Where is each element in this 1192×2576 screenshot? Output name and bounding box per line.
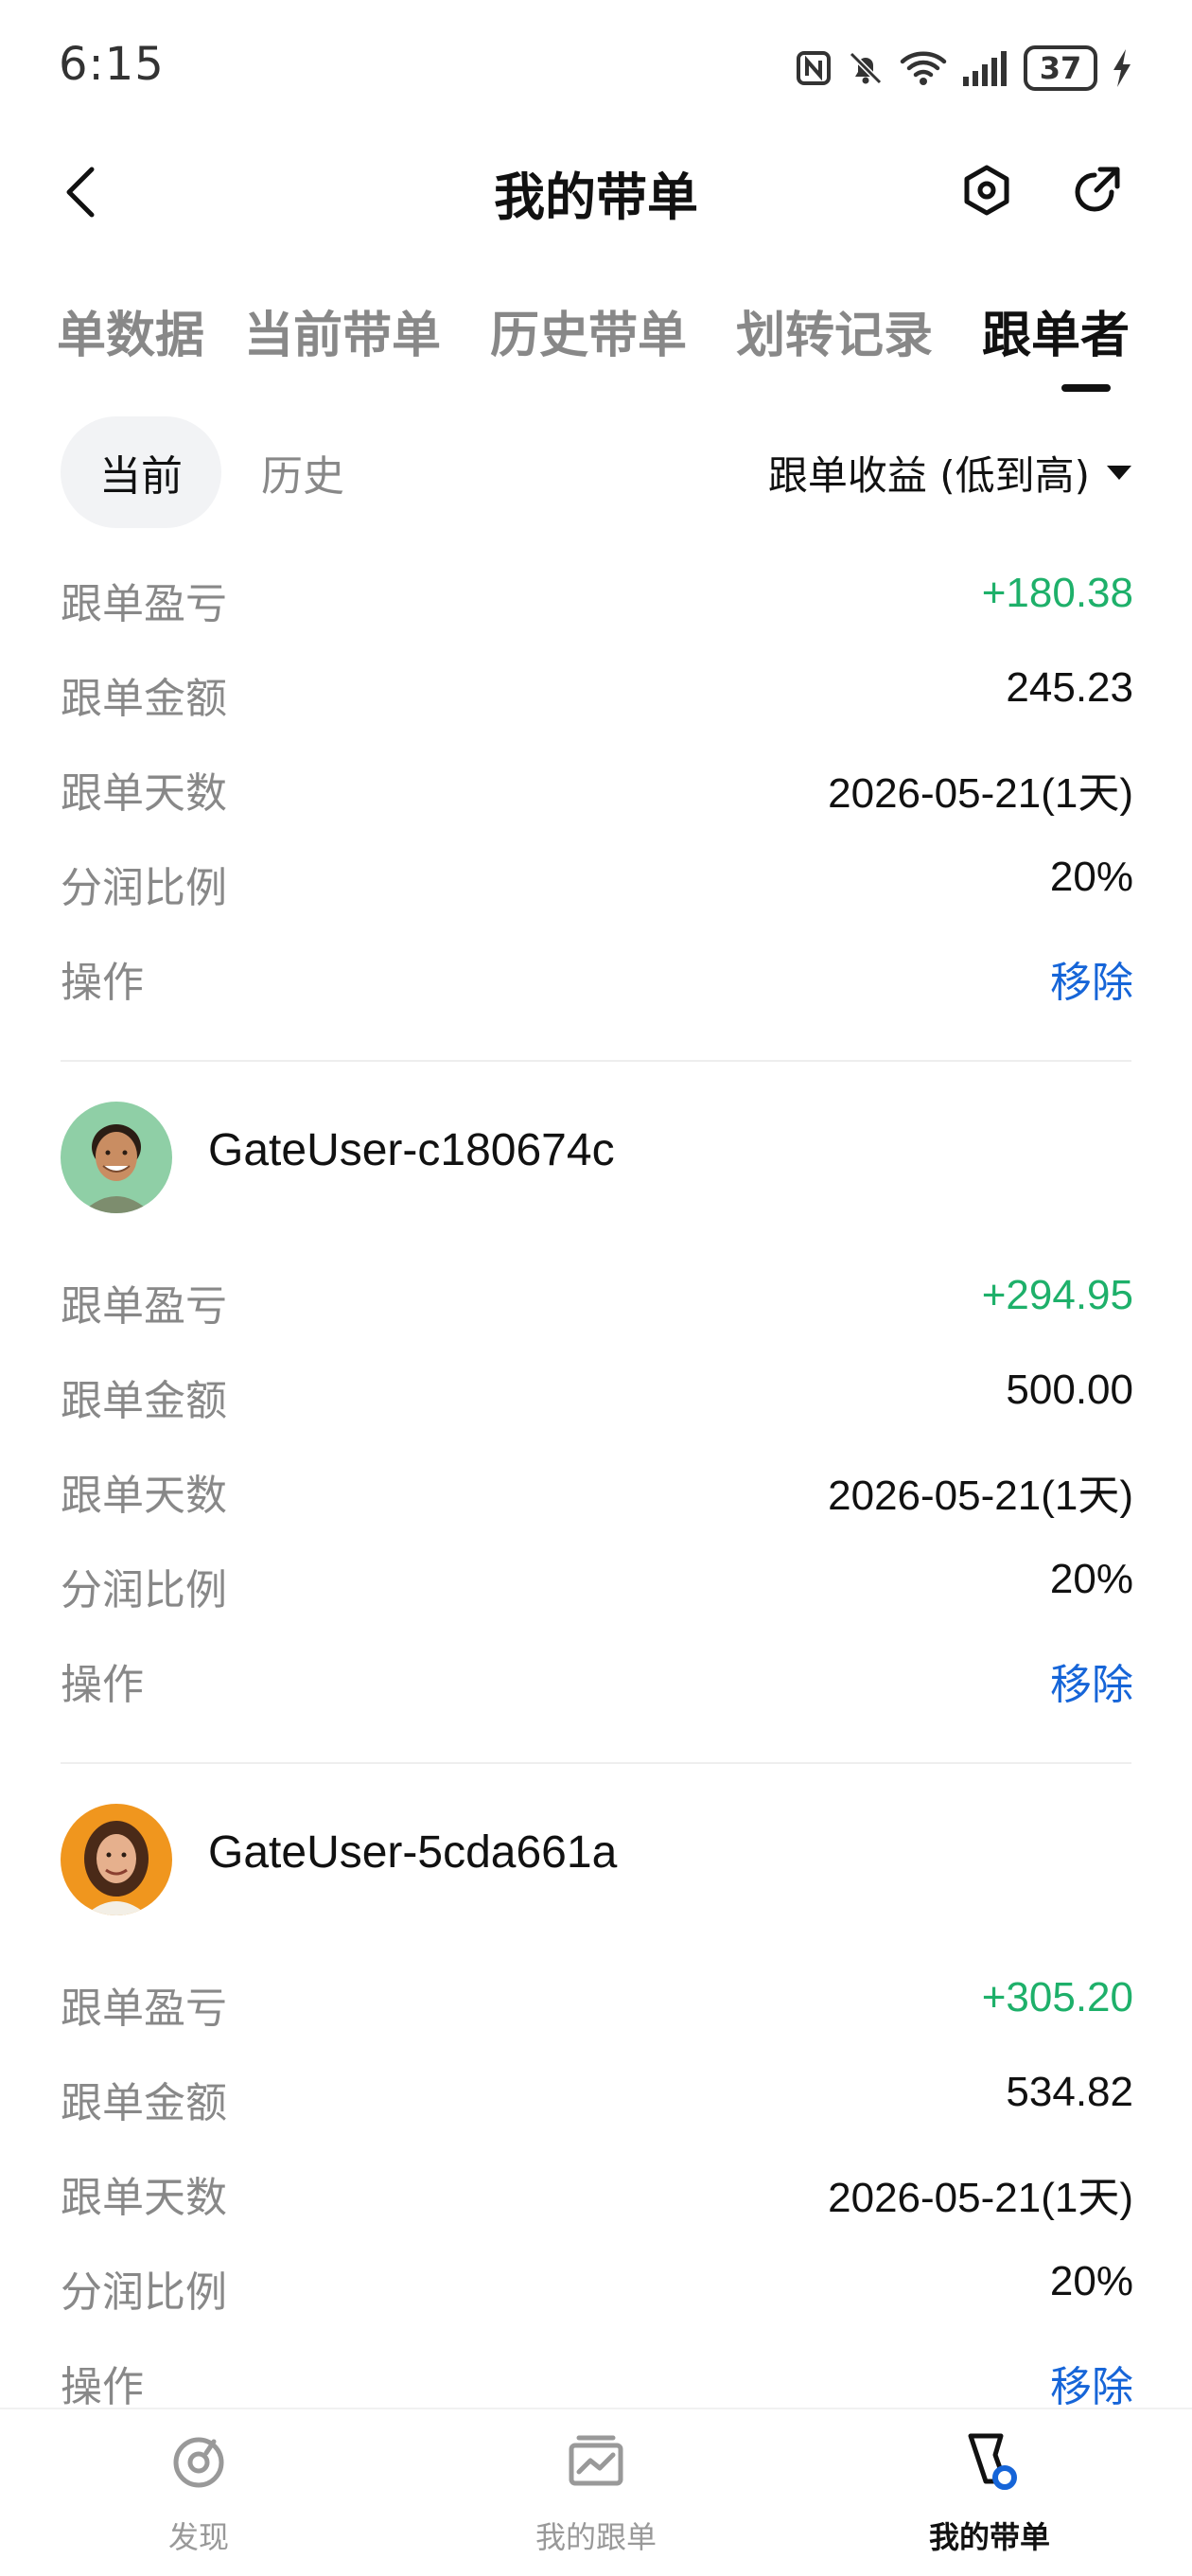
days-label: 跟单天数	[61, 1472, 227, 1520]
row-amount: 跟单金额 500.00	[0, 1346, 1192, 1440]
chart-icon	[569, 2435, 623, 2486]
row-operation: 操作 移除	[0, 1630, 1192, 1724]
sort-dropdown[interactable]: 跟单收益 (低到高)	[768, 416, 1133, 528]
amount-value: 534.82	[1006, 2069, 1133, 2115]
follower-list: 跟单盈亏 +180.38 跟单金额 245.23 跟单天数 2026-05-21…	[0, 549, 1192, 2426]
follower-header: GateUser-5cda661a	[0, 1764, 1192, 1953]
row-share-ratio: 分润比例 20%	[0, 833, 1192, 927]
follower-card: 跟单盈亏 +180.38 跟单金额 245.23 跟单天数 2026-05-21…	[0, 549, 1192, 1062]
row-share-ratio: 分润比例 20%	[0, 1535, 1192, 1630]
nav-my-lead[interactable]: 我的带单	[848, 2409, 1131, 2576]
battery-icon: 37	[1024, 45, 1097, 91]
nfc-icon	[797, 51, 831, 85]
days-label: 跟单天数	[61, 2174, 227, 2222]
amount-value: 500.00	[1006, 1367, 1133, 1413]
tab-transfer-records[interactable]: 划转记录	[736, 295, 933, 366]
charging-icon	[1113, 49, 1131, 87]
amount-value: 245.23	[1006, 664, 1133, 711]
username: GateUser-c180674c	[208, 1125, 615, 1175]
tab-followers[interactable]: 跟单者	[982, 295, 1130, 366]
pnl-value: +305.20	[981, 1974, 1133, 2020]
pnl-value: +294.95	[981, 1272, 1133, 1318]
row-amount: 跟单金额 245.23	[0, 644, 1192, 738]
share-icon	[1075, 167, 1120, 212]
pnl-label: 跟单盈亏	[61, 1985, 227, 2033]
row-operation: 操作 移除	[0, 927, 1192, 1022]
share-ratio-label: 分润比例	[61, 1566, 227, 1614]
pnl-label: 跟单盈亏	[61, 580, 227, 628]
share-ratio-label: 分润比例	[61, 864, 227, 912]
days-value: 2026-05-21(1天)	[828, 770, 1133, 817]
sort-label: 跟单收益 (低到高)	[767, 451, 1090, 499]
amount-label: 跟单金额	[61, 2079, 227, 2127]
bottom-nav: 发现 我的跟单 我的带单	[0, 2408, 1192, 2576]
settings-hexagon-icon	[964, 165, 1009, 216]
top-tabs: 单数据 当前带单 历史带单 划转记录 跟单者	[0, 284, 1192, 397]
caret-down-icon	[1107, 466, 1131, 480]
operation-label: 操作	[61, 2363, 144, 2411]
pnl-value: +180.38	[981, 570, 1133, 616]
sub-tab-current[interactable]: 当前	[61, 416, 221, 528]
row-days: 跟单天数 2026-05-21(1天)	[0, 1440, 1192, 1535]
status-time: 6:15	[59, 38, 165, 91]
days-value: 2026-05-21(1天)	[828, 2175, 1133, 2221]
signal-icon	[963, 51, 1007, 86]
follower-header: GateUser-c180674c	[0, 1062, 1192, 1251]
amount-label: 跟单金额	[61, 675, 227, 723]
sub-tabs: 当前 历史 跟单收益 (低到高)	[0, 416, 1192, 530]
header: 我的带单	[0, 132, 1192, 246]
row-pnl: 跟单盈亏 +180.38	[0, 549, 1192, 644]
settings-button[interactable]	[954, 157, 1020, 223]
tab-current-lead[interactable]: 当前带单	[244, 295, 441, 366]
pnl-label: 跟单盈亏	[61, 1282, 227, 1331]
follower-card: GateUser-5cda661a 跟单盈亏 +305.20 跟单金额 534.…	[0, 1764, 1192, 2426]
nav-discover-label: 发现	[167, 2519, 229, 2555]
follower-card: GateUser-c180674c 跟单盈亏 +294.95 跟单金额 500.…	[0, 1062, 1192, 1764]
operation-label: 操作	[61, 959, 144, 1007]
share-button[interactable]	[1063, 157, 1130, 223]
nav-my-follow[interactable]: 我的跟单	[454, 2409, 738, 2576]
sub-tab-history[interactable]: 历史	[246, 416, 359, 528]
tab-indicator	[1061, 384, 1111, 392]
bell-mute-icon	[849, 51, 883, 85]
discover-icon	[173, 2437, 224, 2488]
nav-my-lead-label: 我的带单	[928, 2519, 1050, 2555]
row-days: 跟单天数 2026-05-21(1天)	[0, 738, 1192, 833]
username: GateUser-5cda661a	[208, 1827, 618, 1878]
row-days: 跟单天数 2026-05-21(1天)	[0, 2143, 1192, 2237]
row-pnl: 跟单盈亏 +294.95	[0, 1251, 1192, 1346]
remove-button[interactable]: 移除	[1050, 948, 1133, 1009]
share-ratio-value: 20%	[1049, 2258, 1133, 2304]
share-ratio-value: 20%	[1049, 854, 1133, 900]
battery-level: 37	[1039, 50, 1082, 86]
operation-label: 操作	[61, 1661, 144, 1709]
avatar[interactable]	[61, 1804, 172, 1915]
days-label: 跟单天数	[61, 769, 227, 818]
share-ratio-label: 分润比例	[61, 2268, 227, 2317]
row-pnl: 跟单盈亏 +305.20	[0, 1953, 1192, 2048]
status-bar: 6:15 37	[0, 0, 1192, 132]
row-share-ratio: 分润比例 20%	[0, 2237, 1192, 2332]
avatar[interactable]	[61, 1102, 172, 1213]
remove-button[interactable]: 移除	[1050, 1650, 1133, 1711]
nav-my-follow-label: 我的跟单	[535, 2519, 657, 2555]
nav-discover[interactable]: 发现	[57, 2409, 341, 2576]
days-value: 2026-05-21(1天)	[828, 1473, 1133, 1519]
tab-data[interactable]: 单数据	[57, 295, 204, 366]
tab-history-lead[interactable]: 历史带单	[490, 295, 687, 366]
remove-button[interactable]: 移除	[1050, 2353, 1133, 2413]
share-ratio-value: 20%	[1049, 1556, 1133, 1602]
wifi-icon	[900, 51, 947, 85]
lead-icon	[968, 2433, 1017, 2490]
status-icons: 37	[795, 42, 1133, 95]
amount-label: 跟单金额	[61, 1377, 227, 1425]
row-amount: 跟单金额 534.82	[0, 2048, 1192, 2143]
